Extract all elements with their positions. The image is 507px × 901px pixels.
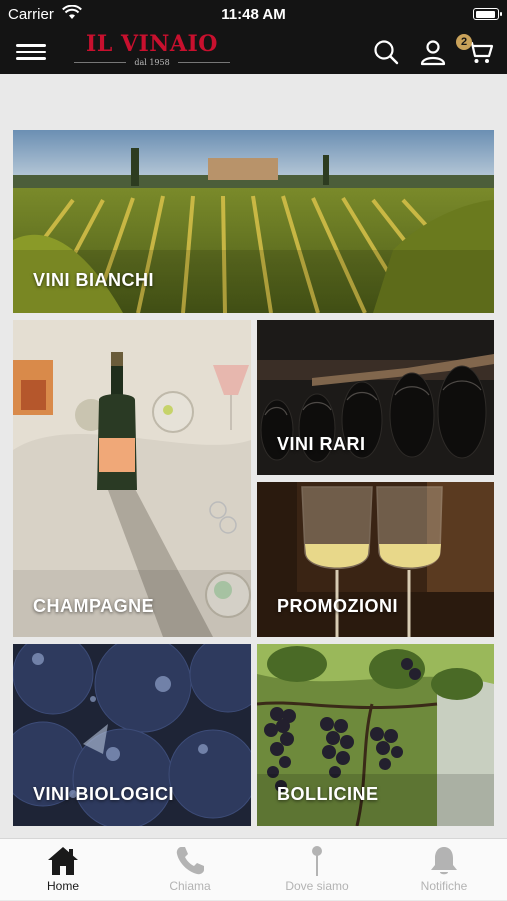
bottom-tab-bar: Home Chiama Dove siamo Notifiche	[0, 838, 507, 900]
brand-name: IL VINAIO	[86, 31, 218, 57]
tab-notifiche[interactable]: Notifiche	[381, 839, 507, 901]
category-tile-vini-biologici[interactable]: VINI BIOLOGICI	[13, 644, 251, 826]
map-pin-icon	[312, 846, 322, 876]
category-tile-champagne[interactable]: CHAMPAGNE	[13, 320, 251, 637]
tile-label: CHAMPAGNE	[33, 596, 155, 616]
tab-chiama[interactable]: Chiama	[127, 839, 253, 901]
tab-dove-siamo[interactable]: Dove siamo	[254, 839, 380, 901]
tab-home[interactable]: Home	[0, 839, 126, 901]
tab-label: Home	[46, 879, 79, 893]
search-icon[interactable]	[372, 38, 400, 66]
category-tile-vini-bianchi[interactable]: VINI BIANCHI	[13, 130, 494, 313]
home-icon	[48, 847, 78, 875]
tile-label: VINI BIANCHI	[33, 270, 155, 290]
tab-label: Notifiche	[420, 879, 468, 893]
category-tile-promozioni[interactable]: PROMOZIONI	[257, 482, 494, 637]
category-tile-vini-rari[interactable]: VINI RARI	[257, 320, 494, 475]
tile-label: VINI RARI	[277, 434, 366, 454]
phone-icon	[176, 847, 204, 875]
category-tile-bollicine[interactable]: BOLLICINE	[257, 644, 494, 826]
brand-logo[interactable]: IL VINAIO dal 1958	[74, 31, 231, 72]
cart-count-badge: 2	[456, 34, 472, 50]
champagne-picnic-image	[13, 320, 251, 637]
tile-label: PROMOZIONI	[277, 596, 398, 616]
tile-label: VINI BIOLOGICI	[33, 784, 175, 804]
tile-label: BOLLICINE	[277, 784, 379, 804]
bell-icon	[431, 847, 457, 875]
app-header: IL VINAIO dal 1958 2	[0, 30, 507, 74]
tab-label: Dove siamo	[285, 879, 349, 893]
cart-button[interactable]: 2	[456, 34, 494, 66]
battery-icon	[473, 8, 502, 20]
status-bar: Carrier 11:48 AM	[0, 0, 507, 30]
user-account-icon[interactable]	[419, 38, 447, 66]
hamburger-menu-button[interactable]	[14, 40, 48, 64]
tab-label: Chiama	[169, 879, 211, 893]
brand-tagline: dal 1958	[134, 58, 170, 67]
clock: 11:48 AM	[221, 6, 286, 23]
